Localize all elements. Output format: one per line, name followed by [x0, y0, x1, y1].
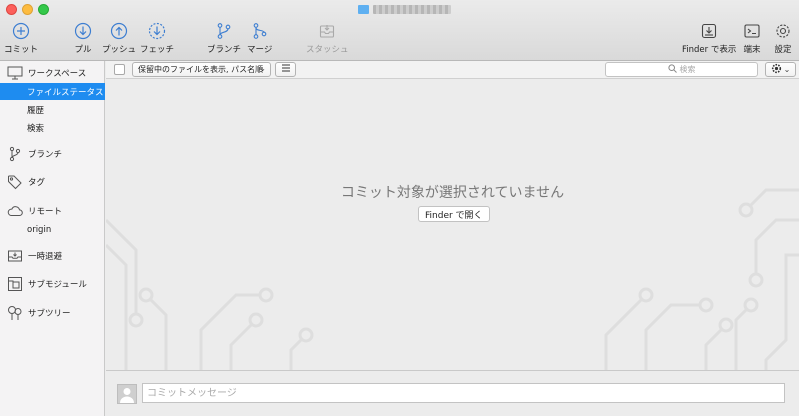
gear-icon: [774, 22, 792, 40]
pull-label: プル: [74, 45, 92, 55]
push-label: プッシュ: [102, 45, 137, 55]
list-icon: [281, 64, 291, 75]
branch-button[interactable]: ブランチ: [207, 22, 241, 55]
sidebar-stashes-header[interactable]: 一時退避: [0, 247, 105, 264]
options-gear-button[interactable]: ⌄: [765, 62, 796, 77]
sidebar-subtrees-header[interactable]: サブツリー: [0, 304, 105, 321]
sidebar-file-status-label: ファイルステータス: [27, 87, 104, 98]
terminal-button[interactable]: 端末: [743, 22, 761, 55]
show-in-finder-button[interactable]: Finder で表示: [682, 22, 736, 55]
file-view-dropdown-label: 保留中のファイルを表示, パス名順: [138, 65, 264, 74]
toolbar: コミット プル プッシュ フェッチ ブランチ マージ スタッシュ Finder …: [0, 0, 799, 61]
sidebar-tags-header[interactable]: タグ: [0, 173, 105, 190]
sidebar-item-file-status[interactable]: ファイルステータス: [0, 83, 105, 100]
push-button[interactable]: プッシュ: [102, 22, 136, 55]
sidebar: ワークスペース ファイルステータス 履歴 検索 ブランチ タグ リモート ori…: [0, 61, 105, 416]
merge-button[interactable]: マージ: [247, 22, 272, 55]
terminal-icon: [743, 22, 761, 40]
sidebar-submodules-label: サブモジュール: [28, 279, 87, 290]
window-title: [358, 3, 451, 15]
branch-icon: [215, 22, 233, 40]
stash-icon: [318, 22, 336, 40]
sidebar-search-label: 検索: [27, 123, 45, 134]
open-in-finder-button[interactable]: Finder で開く: [418, 206, 490, 222]
list-view-button[interactable]: [275, 62, 296, 77]
sidebar-stashes-label: 一時退避: [28, 251, 63, 262]
submodule-icon: [7, 276, 23, 292]
gear-icon: [771, 63, 782, 77]
zoom-window-button[interactable]: [38, 4, 49, 15]
merge-label: マージ: [247, 45, 273, 55]
stash-button[interactable]: スタッシュ: [306, 22, 349, 55]
settings-label: 設定: [774, 45, 792, 55]
search-placeholder: 検索: [679, 65, 696, 74]
sidebar-remotes-label: リモート: [28, 206, 63, 217]
terminal-label: 端末: [743, 45, 761, 55]
sidebar-history-label: 履歴: [27, 105, 45, 116]
pull-button[interactable]: プル: [74, 22, 92, 55]
sidebar-item-history[interactable]: 履歴: [0, 101, 105, 118]
merge-icon: [251, 22, 269, 40]
sidebar-branches-label: ブランチ: [28, 149, 63, 160]
commit-label: コミット: [4, 45, 39, 55]
arrow-up-circle-icon: [110, 22, 128, 40]
search-field[interactable]: 検索: [605, 62, 758, 77]
plus-circle-icon: [12, 22, 30, 40]
fetch-icon: [148, 22, 166, 40]
tag-icon: [7, 174, 23, 190]
filter-bar: 保留中のファイルを表示, パス名順 ⌄ 検索 ⌄: [106, 61, 799, 79]
sidebar-item-origin[interactable]: origin: [0, 221, 105, 238]
sidebar-branches-header[interactable]: ブランチ: [0, 145, 105, 162]
commit-message-input[interactable]: [142, 383, 785, 403]
settings-button[interactable]: 設定: [774, 22, 792, 55]
close-window-button[interactable]: [6, 4, 17, 15]
sidebar-subtrees-label: サブツリー: [28, 308, 71, 319]
stash-icon: [7, 248, 23, 264]
sidebar-workspace-label: ワークスペース: [28, 68, 87, 79]
empty-state-message: コミット対象が選択されていません: [340, 185, 565, 201]
user-silhouette-icon: [120, 388, 134, 403]
commit-button[interactable]: コミット: [4, 22, 38, 55]
arrow-down-circle-icon: [74, 22, 92, 40]
branch-icon: [7, 146, 23, 162]
sidebar-workspace-header[interactable]: ワークスペース: [0, 64, 105, 81]
commit-bar: [106, 370, 799, 416]
sidebar-item-search[interactable]: 検索: [0, 119, 105, 136]
main-content: コミット対象が選択されていません Finder で開く: [106, 80, 799, 370]
chevron-down-icon: ⌄: [259, 64, 266, 73]
avatar: [117, 384, 137, 404]
branch-label: ブランチ: [207, 45, 242, 55]
fetch-label: フェッチ: [140, 45, 175, 55]
sidebar-submodules-header[interactable]: サブモジュール: [0, 275, 105, 292]
sidebar-origin-label: origin: [27, 224, 52, 235]
select-all-checkbox[interactable]: [114, 64, 125, 75]
sidebar-tags-label: タグ: [28, 177, 46, 188]
stash-label: スタッシュ: [306, 45, 349, 55]
finder-icon: [700, 22, 718, 40]
circuit-background-art: [106, 188, 799, 370]
monitor-icon: [7, 65, 23, 81]
file-view-dropdown[interactable]: 保留中のファイルを表示, パス名順 ⌄: [132, 62, 271, 77]
repository-name-blurred: [373, 4, 451, 14]
cloud-icon: [7, 203, 23, 219]
chevron-down-icon: ⌄: [783, 65, 791, 74]
show-in-finder-label: Finder で表示: [682, 45, 737, 55]
fetch-button[interactable]: フェッチ: [140, 22, 174, 55]
folder-icon: [358, 4, 369, 14]
minimize-window-button[interactable]: [22, 4, 33, 15]
search-icon: [667, 64, 677, 75]
sidebar-remotes-header[interactable]: リモート: [0, 202, 105, 219]
tree-icon: [7, 305, 23, 321]
